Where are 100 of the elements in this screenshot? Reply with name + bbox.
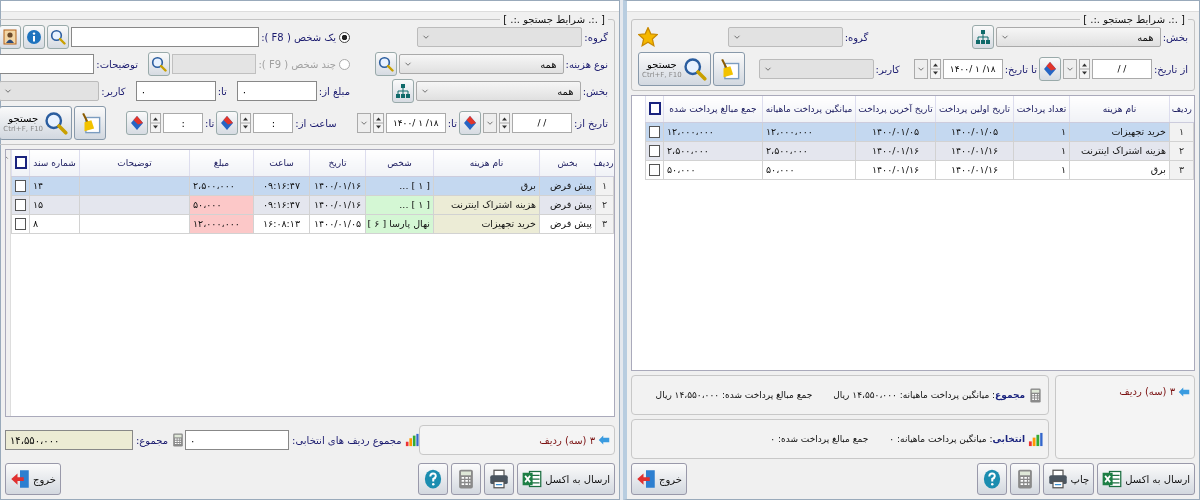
dropdown[interactable]: همه <box>415 81 581 101</box>
column-header[interactable]: میانگین پرداخت ماهیانه <box>762 96 856 122</box>
time-field[interactable]: : <box>253 113 294 133</box>
column-header[interactable]: ردیف <box>595 150 614 176</box>
checkbox[interactable] <box>649 125 660 138</box>
time-field[interactable]: : <box>163 113 204 133</box>
field-label: تا تاریخ: <box>1004 63 1037 75</box>
person-card-icon <box>2 29 19 45</box>
clear-button[interactable] <box>712 52 745 86</box>
exit-button[interactable]: خروج <box>631 463 687 495</box>
lookup-button[interactable] <box>47 25 70 49</box>
row-count: ۳ (سه) ردیف <box>539 434 595 446</box>
column-header[interactable]: نام هزینه <box>1069 96 1170 122</box>
field-label: تا: <box>205 117 215 129</box>
checkbox[interactable] <box>15 179 26 192</box>
help-icon <box>981 469 1002 489</box>
column-header[interactable]: مبلغ <box>189 150 254 176</box>
spin-button[interactable] <box>929 59 941 79</box>
contact-button[interactable] <box>0 25 22 49</box>
calculator-icon <box>171 433 186 447</box>
column-header[interactable]: تاریخ آخرین پرداخت <box>855 96 936 122</box>
column-header[interactable]: تاریخ <box>309 150 366 176</box>
date-field[interactable]: / / <box>1091 59 1152 79</box>
date-field[interactable]: ۱۴۰۰/ ۱ /۱۸ <box>942 59 1003 79</box>
table-cell: ۸ <box>29 214 80 233</box>
dropdown[interactable]: همه <box>995 27 1161 47</box>
table-row[interactable]: ۳ پیش فرض خرید تجهیزات نهال پارسا [ ۶ ] ۱۴۰۰/۰۱/۰۵ ۱۶:۰۸:۱۳ ۱۲،۰۰۰،۰۰۰ ۸ <box>11 214 614 233</box>
field-label: ساعت از: <box>295 117 337 129</box>
column-header[interactable]: ردیف <box>1169 96 1194 122</box>
tree-button[interactable] <box>971 25 994 49</box>
table-cell: ۱۴۰۰/۰۱/۰۵ <box>309 214 366 233</box>
date-field[interactable]: ۱۴۰۰/ ۱ /۱۸ <box>385 113 446 133</box>
calendar-button[interactable] <box>458 111 481 135</box>
dropdown[interactable]: همه <box>398 54 564 74</box>
text-field[interactable]: ۰ <box>135 81 216 101</box>
column-header[interactable]: نام هزینه <box>433 150 540 176</box>
help-button[interactable] <box>418 463 449 495</box>
calculator-button[interactable] <box>451 463 482 495</box>
table-row[interactable]: ۲ هزینه اشتراک اینترنت ۱ ۱۴۰۰/۰۱/۱۶ ۱۴۰۰/۰۱/۱۶ ۲،۵۰۰،۰۰۰ ۲،۵۰۰،۰۰۰ <box>645 141 1194 160</box>
total-field[interactable]: ۱۴،۵۵۰،۰۰۰ <box>5 430 133 450</box>
help-icon <box>423 469 444 489</box>
column-header[interactable]: جمع مبالغ پرداخت شده <box>663 96 763 122</box>
spin-button[interactable] <box>150 113 162 133</box>
print-button[interactable]: چاپ <box>1042 463 1095 495</box>
calculator-button[interactable] <box>1009 463 1040 495</box>
info-button[interactable] <box>23 25 46 49</box>
search-icon <box>682 57 707 81</box>
field-label: توضیحات: <box>96 58 139 70</box>
table-row[interactable]: ۱ پیش فرض برق [ ۱ ] ... ۱۴۰۰/۰۱/۱۶ ۰۹:۱۶:۴۷ ۲،۵۰۰،۰۰۰ ۱۴ <box>11 176 614 195</box>
field-label: مجموع ردیف های انتخابی: <box>292 434 402 446</box>
field-label: کاربر: <box>875 63 900 75</box>
table-cell: ۵۰،۰۰۰ <box>663 160 763 179</box>
column-header[interactable]: شخص <box>365 150 434 176</box>
checkbox[interactable] <box>15 198 26 211</box>
clear-button[interactable] <box>74 106 107 140</box>
spin-button[interactable] <box>1078 59 1090 79</box>
exit-button[interactable]: خروج <box>5 463 61 495</box>
help-button[interactable] <box>976 463 1007 495</box>
checkbox[interactable] <box>14 156 27 170</box>
table-row[interactable]: ۳ برق ۱ ۱۴۰۰/۰۱/۱۶ ۱۴۰۰/۰۱/۱۶ ۵۰،۰۰۰ ۵۰،۰۰۰ <box>645 160 1194 179</box>
sum-field[interactable]: ۰ <box>185 430 290 450</box>
text-field[interactable] <box>71 27 260 47</box>
diamond-icon <box>1041 61 1058 77</box>
table-cell: ۱ <box>1013 160 1070 179</box>
bar-chart-icon <box>1028 431 1043 447</box>
date-field[interactable]: / / <box>511 113 572 133</box>
export-button[interactable]: ارسال به اکسل <box>517 463 615 495</box>
checkbox[interactable] <box>649 144 660 157</box>
field-label: نوع هزینه: <box>565 58 608 70</box>
summary-text: مجموع: میانگین پرداخت ماهیانه: ۱۴،۵۵۰،۰۰۰ ریال <box>833 390 1025 400</box>
tree-button[interactable] <box>391 79 414 103</box>
checkbox[interactable] <box>649 163 660 176</box>
field-label: تاریخ از: <box>573 117 608 129</box>
column-header[interactable]: شماره سند <box>29 150 80 176</box>
spin-button[interactable] <box>372 113 384 133</box>
table-row[interactable]: ۱ خرید تجهیزات ۱ ۱۴۰۰/۰۱/۰۵ ۱۴۰۰/۰۱/۰۵ ۱۲،۰۰۰،۰۰۰ ۱۲،۰۰۰،۰۰۰ <box>645 122 1194 141</box>
radio-button[interactable]: یک شخص ( F8 ): <box>261 31 350 43</box>
table-row[interactable]: ۲ پیش فرض هزینه اشتراک اینترنت [ ۱ ] ... ۱۴۰۰/۰۱/۱۶ ۰۹:۱۶:۴۷ ۵۰،۰۰۰ ۱۵ <box>11 195 614 214</box>
spin-button[interactable] <box>498 113 510 133</box>
lookup-button[interactable] <box>374 52 397 76</box>
row-count: ۳ (سه) ردیف <box>1119 386 1175 397</box>
spin-button[interactable] <box>240 113 252 133</box>
checkbox[interactable] <box>648 102 661 116</box>
calendar-button[interactable] <box>216 111 239 135</box>
calendar-button[interactable] <box>126 111 149 135</box>
column-header[interactable]: ساعت <box>253 150 310 176</box>
diamond-icon <box>461 115 478 131</box>
column-header[interactable]: توضیحات <box>79 150 190 176</box>
text-field[interactable] <box>0 54 95 74</box>
text-field[interactable]: ۰ <box>236 81 317 101</box>
column-header[interactable]: تعداد پرداخت <box>1013 96 1070 122</box>
search-icon <box>44 111 69 135</box>
checkbox[interactable] <box>15 217 26 230</box>
column-header[interactable]: تاریخ اولین پرداخت <box>935 96 1014 122</box>
calendar-button[interactable] <box>1038 57 1061 81</box>
export-button[interactable]: ارسال به اکسل <box>1097 463 1195 495</box>
lookup-button[interactable] <box>148 52 171 76</box>
diamond-icon <box>129 115 146 131</box>
field-label: کاربر: <box>101 85 126 97</box>
print-button[interactable] <box>484 463 515 495</box>
